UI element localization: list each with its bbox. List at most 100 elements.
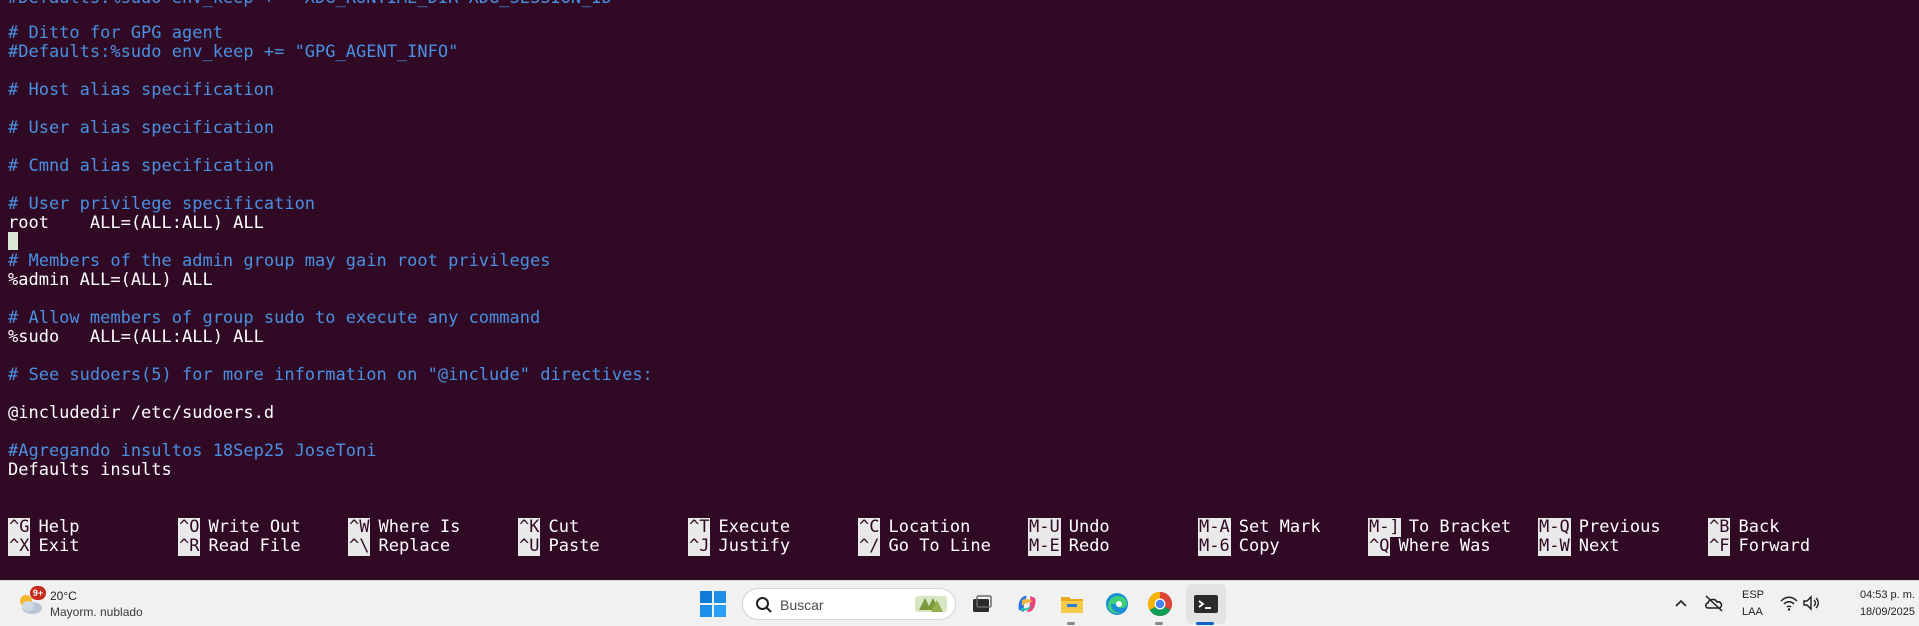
terminal-running-indicator: [1196, 622, 1214, 625]
shortcut-key: ^U: [518, 536, 541, 556]
shortcut-key: ^\: [348, 536, 371, 556]
comment-line: #Defaults:%sudo env_keep += "GPG_AGENT_I…: [8, 42, 459, 62]
edge-icon[interactable]: [1103, 590, 1131, 618]
shortcut-item[interactable]: M-Q Previous: [1538, 518, 1661, 537]
comment-line: # User privilege specification: [8, 194, 316, 214]
input-layout[interactable]: LAA: [1742, 606, 1763, 618]
shortcut-label: Where Was: [1398, 536, 1491, 556]
shortcut-item[interactable]: ^W Where Is: [348, 518, 460, 537]
terminal-icon[interactable]: [1192, 590, 1220, 618]
shortcut-key: ^G: [8, 517, 31, 537]
shortcut-key: M-U: [1028, 517, 1061, 537]
clock-date[interactable]: 18/09/2025: [1835, 606, 1915, 618]
search-highlight-icon: [915, 596, 947, 612]
shortcut-label: Replace: [378, 536, 451, 556]
comment-line: # Allow members of group sudo to execute…: [8, 308, 541, 328]
comment-line: #Agregando insultos 18Sep25 JoseToni: [8, 441, 377, 461]
shortcut-item[interactable]: ^F Forward: [1708, 537, 1810, 556]
shortcut-key: M-W: [1538, 536, 1571, 556]
shortcut-label: Set Mark: [1238, 517, 1321, 537]
shortcut-key: ^W: [348, 517, 371, 537]
shortcut-label: Undo: [1068, 517, 1110, 537]
shortcut-label: Write Out: [208, 517, 301, 537]
shortcut-key: M-E: [1028, 536, 1061, 556]
shortcut-key: ^F: [1708, 536, 1731, 556]
comment-line: # Ditto for GPG agent: [8, 23, 223, 43]
chrome-running-indicator: [1155, 622, 1163, 625]
shortcut-label: Back: [1738, 517, 1780, 537]
shortcut-label: Go To Line: [888, 536, 991, 556]
shortcut-key: M-]: [1368, 517, 1401, 537]
input-language[interactable]: ESP: [1742, 589, 1764, 601]
comment-line: # Host alias specification: [8, 80, 275, 100]
code-line: %sudo ALL=(ALL:ALL) ALL: [8, 327, 264, 347]
copilot-icon[interactable]: [1013, 590, 1041, 618]
shortcut-item[interactable]: ^T Execute: [688, 518, 790, 537]
task-view-icon[interactable]: [968, 590, 996, 618]
shortcut-key: M-Q: [1538, 517, 1571, 537]
comment-line: # See sudoers(5) for more information on…: [8, 365, 653, 385]
file-explorer-icon[interactable]: [1058, 590, 1086, 618]
shortcut-key: ^K: [518, 517, 541, 537]
shortcut-item[interactable]: M-E Redo: [1028, 537, 1110, 556]
shortcut-item[interactable]: M-A Set Mark: [1198, 518, 1321, 537]
shortcut-key: ^O: [178, 517, 201, 537]
shortcut-item[interactable]: M-U Undo: [1028, 518, 1110, 537]
shortcut-item[interactable]: ^U Paste: [518, 537, 600, 556]
comment-line: # Members of the admin group may gain ro…: [8, 251, 551, 271]
shortcut-label: Next: [1578, 536, 1620, 556]
shortcut-item[interactable]: ^B Back: [1708, 518, 1779, 537]
onedrive-offline-icon[interactable]: [1703, 593, 1725, 613]
shortcut-key: M-A: [1198, 517, 1231, 537]
weather-description: Mayorm. nublado: [50, 605, 143, 619]
shortcut-label: Copy: [1238, 536, 1280, 556]
explorer-running-indicator: [1067, 622, 1075, 625]
shortcut-label: Paste: [548, 536, 600, 556]
windows-start-icon[interactable]: [700, 591, 726, 617]
comment-line: # Cmnd alias specification: [8, 156, 275, 176]
shortcut-key: ^X: [8, 536, 31, 556]
shortcut-item[interactable]: M-6 Copy: [1198, 537, 1280, 556]
code-line: @includedir /etc/sudoers.d: [8, 403, 275, 423]
shortcut-label: Cut: [548, 517, 580, 537]
weather-temperature: 20°C: [50, 589, 77, 603]
shortcut-label: Location: [888, 517, 971, 537]
code-line: root ALL=(ALL:ALL) ALL: [8, 213, 264, 233]
nano-editor[interactable]: #Defaults:%sudo env_keep += "XDG_RUNTIME…: [0, 0, 1919, 580]
shortcut-key: ^B: [1708, 517, 1731, 537]
shortcut-label: Redo: [1068, 536, 1110, 556]
shortcut-label: Where Is: [378, 517, 461, 537]
shortcut-key: M-6: [1198, 536, 1231, 556]
text-cursor: [8, 232, 18, 250]
shortcut-item[interactable]: ^/ Go To Line: [858, 537, 991, 556]
shortcut-item[interactable]: ^X Exit: [8, 537, 79, 556]
shortcut-label: Forward: [1738, 536, 1811, 556]
shortcut-key: ^J: [688, 536, 711, 556]
windows-taskbar: 9+ 20°C Mayorm. nublado Buscar ESP LAA 0…: [0, 580, 1919, 626]
shortcut-item[interactable]: ^J Justify: [688, 537, 790, 556]
clock-time[interactable]: 04:53 p. m.: [1835, 589, 1915, 601]
chrome-icon[interactable]: [1146, 590, 1174, 618]
chevron-up-icon[interactable]: [1673, 595, 1689, 611]
shortcut-item[interactable]: ^G Help: [8, 518, 79, 537]
shortcut-item[interactable]: M-W Next: [1538, 537, 1620, 556]
shortcut-item[interactable]: M-] To Bracket: [1368, 518, 1511, 537]
shortcut-item[interactable]: ^K Cut: [518, 518, 579, 537]
volume-icon[interactable]: [1802, 594, 1820, 612]
search-box[interactable]: Buscar: [742, 588, 956, 620]
shortcut-label: Read File: [208, 536, 301, 556]
shortcut-label: Previous: [1578, 517, 1661, 537]
shortcut-label: Justify: [718, 536, 791, 556]
comment-line: # User alias specification: [8, 118, 275, 138]
shortcut-key: ^Q: [1368, 536, 1391, 556]
shortcut-label: Exit: [38, 536, 80, 556]
shortcut-item[interactable]: ^Q Where Was: [1368, 537, 1491, 556]
wifi-icon[interactable]: [1779, 594, 1799, 612]
shortcut-item[interactable]: ^C Location: [858, 518, 970, 537]
partial-top-line: #Defaults:%sudo env_keep += "XDG_RUNTIME…: [8, 0, 622, 8]
shortcut-item[interactable]: ^O Write Out: [178, 518, 301, 537]
shortcut-key: ^/: [858, 536, 881, 556]
shortcut-item[interactable]: ^R Read File: [178, 537, 301, 556]
code-line: %admin ALL=(ALL) ALL: [8, 270, 213, 290]
shortcut-item[interactable]: ^\ Replace: [348, 537, 450, 556]
